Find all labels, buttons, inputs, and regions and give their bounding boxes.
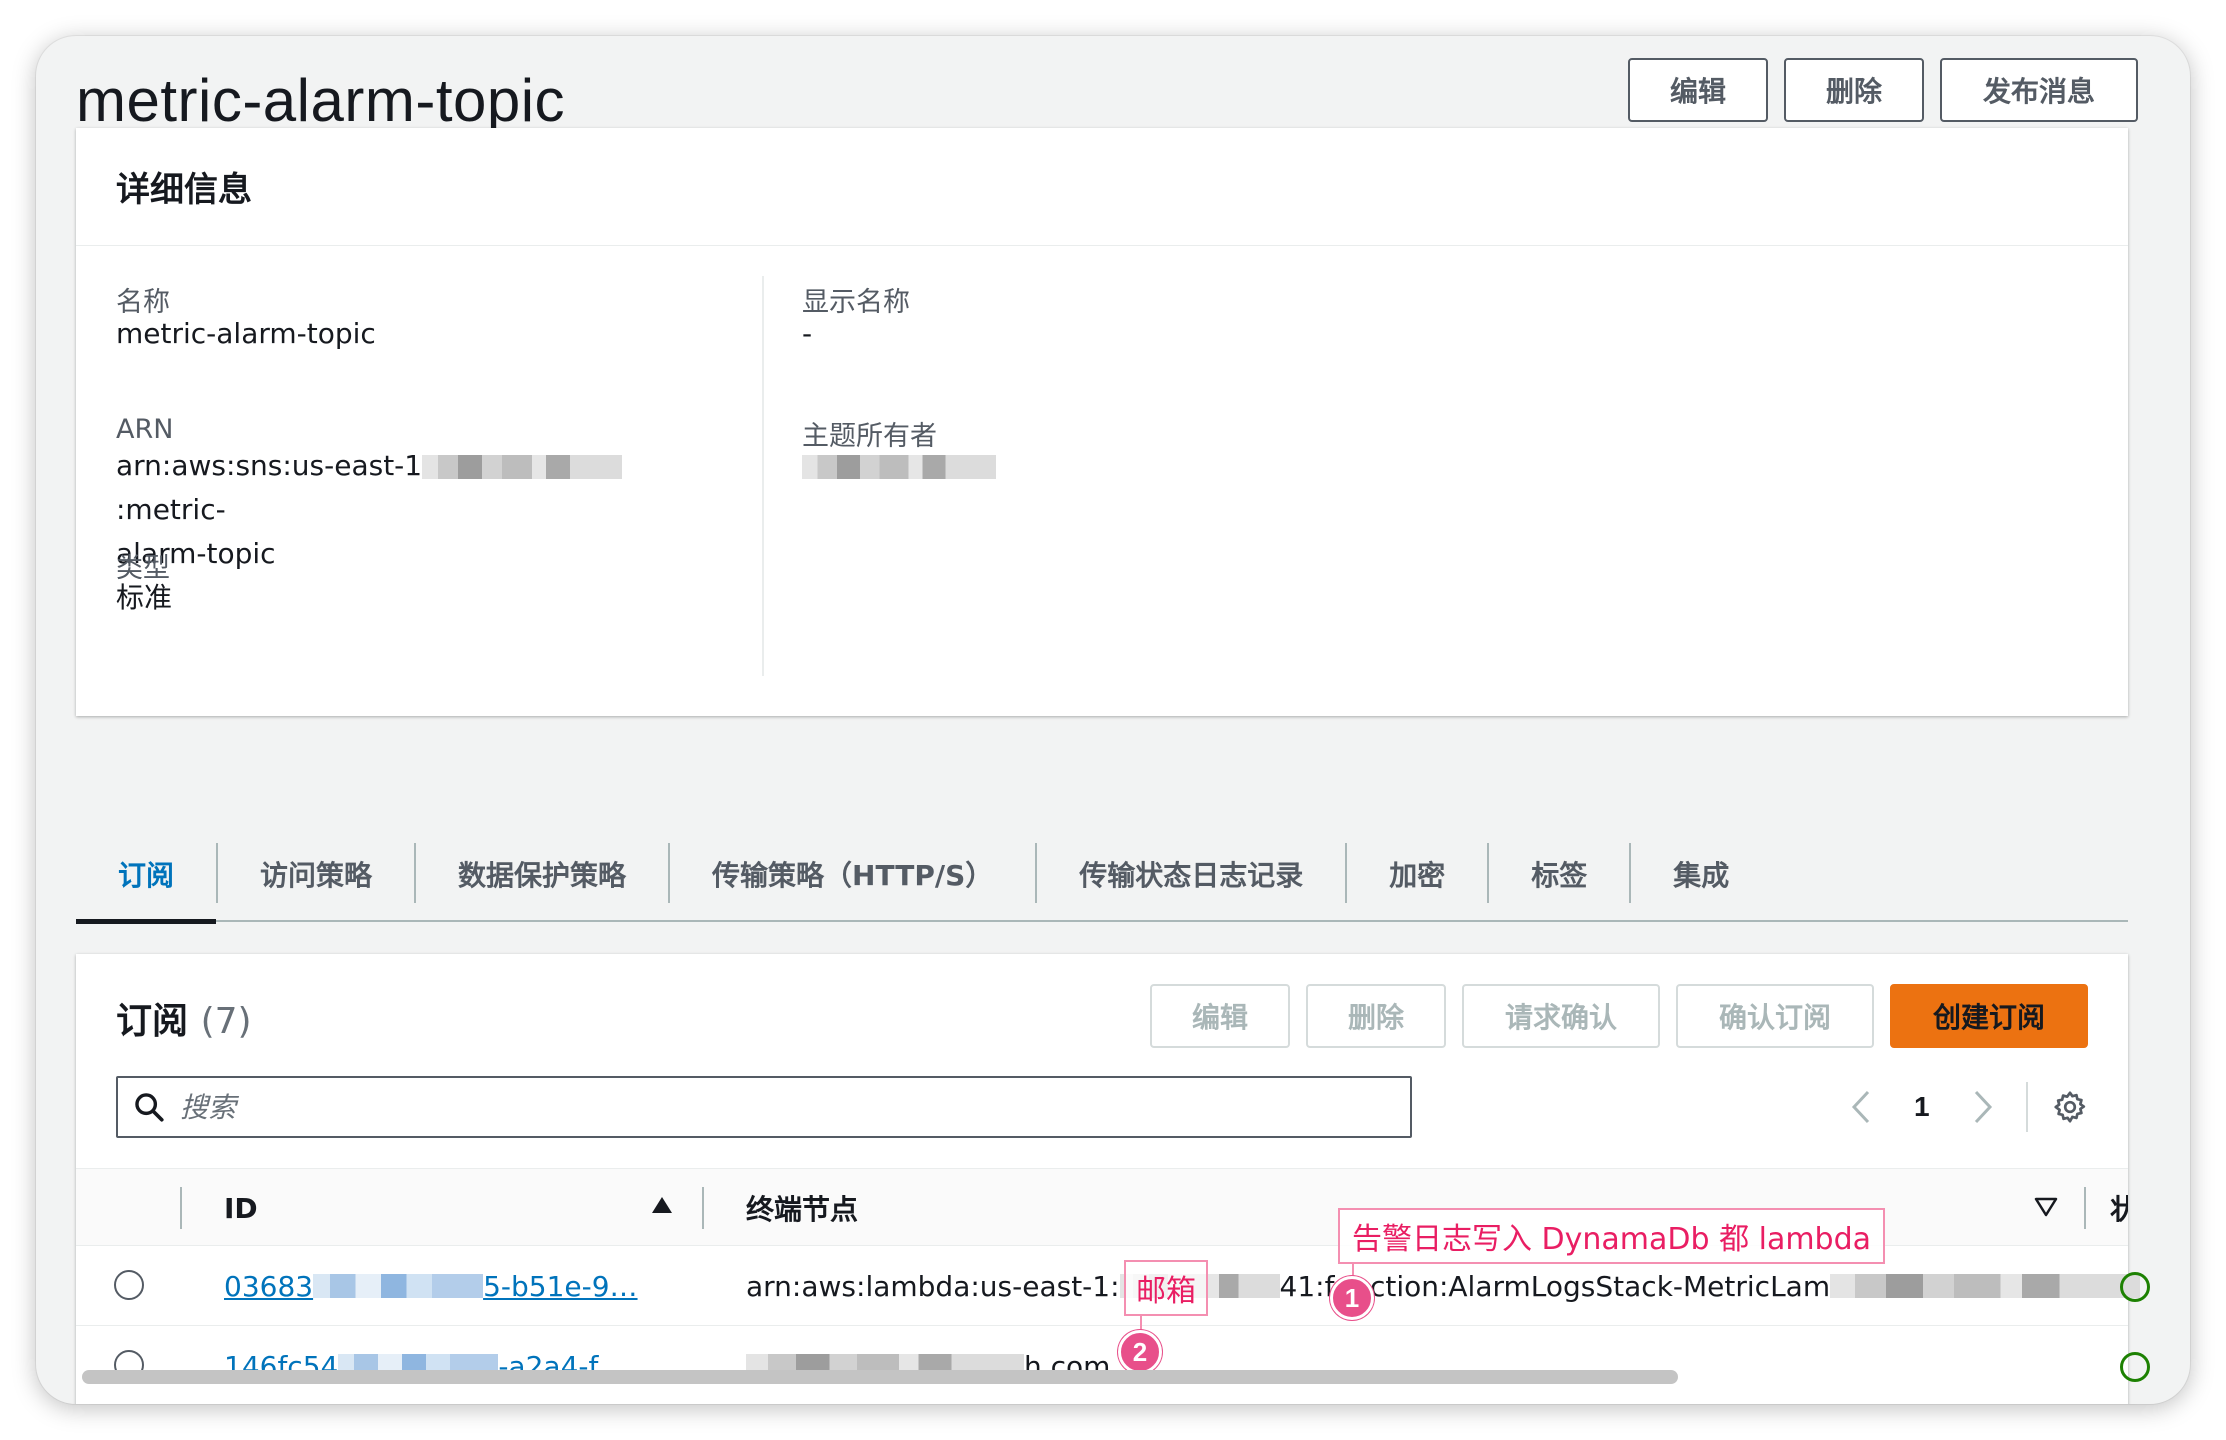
tab-subscriptions[interactable]: 订阅 (76, 826, 217, 924)
subscriptions-card: 订阅 (7) 编辑 删除 请求确认 确认订阅 创建订阅 1 (76, 954, 2150, 1404)
previous-page-button[interactable] (1846, 1087, 1876, 1127)
arn-suffix: :metric- (116, 493, 226, 526)
chevron-right-icon (1974, 1090, 1992, 1124)
edit-topic-button[interactable]: 编辑 (1628, 58, 1768, 122)
request-confirmation-button[interactable]: 请求确认 (1462, 984, 1660, 1048)
subscription-id-suffix: 5-b51e-9… (483, 1269, 638, 1303)
page-title: metric-alarm-topic (76, 67, 566, 134)
chevron-left-icon (1851, 1090, 1870, 1124)
redacted-account-id (422, 455, 623, 479)
column-separator (180, 1187, 182, 1229)
display-name-value: - (802, 317, 813, 350)
tab-tags[interactable]: 标签 (1489, 826, 1629, 922)
pager-separator (2025, 1082, 2028, 1132)
row-select-radio[interactable] (114, 1270, 144, 1300)
annotation-marker-2: 2 (1118, 1330, 1162, 1374)
status-confirmed-icon (2120, 1352, 2150, 1382)
tab-integrations[interactable]: 集成 (1631, 826, 1771, 922)
tab-encryption[interactable]: 加密 (1347, 826, 1487, 922)
subscription-actions: 编辑 删除 请求确认 确认订阅 创建订阅 (1150, 984, 2088, 1048)
subscriptions-count: (7) (200, 1001, 252, 1042)
endpoint-prefix: arn:aws:lambda:us-east-1: (746, 1269, 1120, 1303)
column-divider (762, 276, 764, 676)
annotation-marker-1: 1 (1330, 1276, 1374, 1320)
arn-label: ARN (116, 414, 174, 445)
topic-actions: 编辑 删除 发布消息 (1628, 58, 2138, 122)
tab-access-policy[interactable]: 访问策略 (218, 826, 414, 922)
search-box[interactable] (116, 1076, 1412, 1138)
sort-ascending-icon[interactable] (650, 1195, 674, 1215)
horizontal-scrollbar[interactable] (82, 1370, 1678, 1384)
gear-icon (2053, 1091, 2085, 1123)
current-page[interactable]: 1 (1914, 1091, 1930, 1123)
details-header: 详细信息 (76, 128, 2128, 246)
topic-tabs: 订阅 访问策略 数据保护策略 传输策略（HTTP/S） 传输状态日志记录 加密 … (76, 826, 2128, 924)
details-body: 名称 metric-alarm-topic ARN arn:aws:sns:us… (76, 246, 2128, 716)
table-row[interactable]: 146fc54 -a2a4-f… h.com (76, 1326, 2150, 1404)
pagination: 1 (1846, 1074, 2090, 1140)
tab-delivery-policy[interactable]: 传输策略（HTTP/S） (670, 826, 1035, 922)
column-status[interactable]: 状 (2110, 1169, 2128, 1247)
subscription-id-link[interactable]: 146fc54 -a2a4-f… (224, 1326, 626, 1404)
search-input[interactable] (180, 1090, 1380, 1124)
redacted-function-name (1830, 1274, 2141, 1298)
redacted-id (313, 1274, 484, 1298)
subscriptions-title: 订阅 (7) (116, 992, 252, 1044)
subscription-id-link[interactable]: 03683 5-b51e-9… (224, 1246, 638, 1326)
annotation-note-1: 告警日志写入 DynamaDb 都 lambda (1338, 1208, 1886, 1264)
edit-subscription-button[interactable]: 编辑 (1150, 984, 1290, 1048)
console-window: metric-alarm-topic 编辑 删除 发布消息 详细信息 名称 me… (36, 36, 2190, 1404)
delete-topic-button[interactable]: 删除 (1784, 58, 1924, 122)
tab-data-protection[interactable]: 数据保护策略 (416, 826, 668, 922)
column-endpoint[interactable]: 终端节点 (746, 1169, 858, 1247)
create-subscription-button[interactable]: 创建订阅 (1890, 984, 2088, 1048)
column-separator (2084, 1187, 2086, 1229)
subscriptions-title-text: 订阅 (116, 1001, 189, 1042)
redacted-owner (802, 455, 996, 479)
arn-value: arn:aws:sns:us-east-1:metric- alarm-topi… (116, 444, 716, 576)
confirm-subscription-button[interactable]: 确认订阅 (1676, 984, 1874, 1048)
tab-delivery-logging[interactable]: 传输状态日志记录 (1037, 826, 1345, 922)
details-title: 详细信息 (116, 170, 252, 210)
details-card: 详细信息 名称 metric-alarm-topic ARN arn:aws:s… (76, 128, 2128, 716)
name-value: metric-alarm-topic (116, 317, 376, 350)
preferences-button[interactable] (2050, 1087, 2090, 1127)
publish-message-button[interactable]: 发布消息 (1940, 58, 2138, 122)
endpoint-cell: h.com (746, 1326, 1110, 1404)
type-value: 标准 (116, 581, 173, 614)
sort-icon[interactable] (2034, 1197, 2058, 1217)
display-name-label: 显示名称 (802, 287, 910, 318)
column-id[interactable]: ID (224, 1169, 258, 1247)
status-confirmed-icon (2120, 1272, 2150, 1302)
next-page-button[interactable] (1968, 1087, 1998, 1127)
search-icon (135, 1093, 164, 1122)
subscription-id-prefix: 03683 (224, 1269, 314, 1303)
annotation-note-2: 邮箱 (1124, 1260, 1208, 1316)
delete-subscription-button[interactable]: 删除 (1306, 984, 1446, 1048)
arn-prefix: arn:aws:sns:us-east-1 (116, 449, 423, 482)
owner-value (802, 444, 996, 488)
column-separator (702, 1187, 704, 1229)
